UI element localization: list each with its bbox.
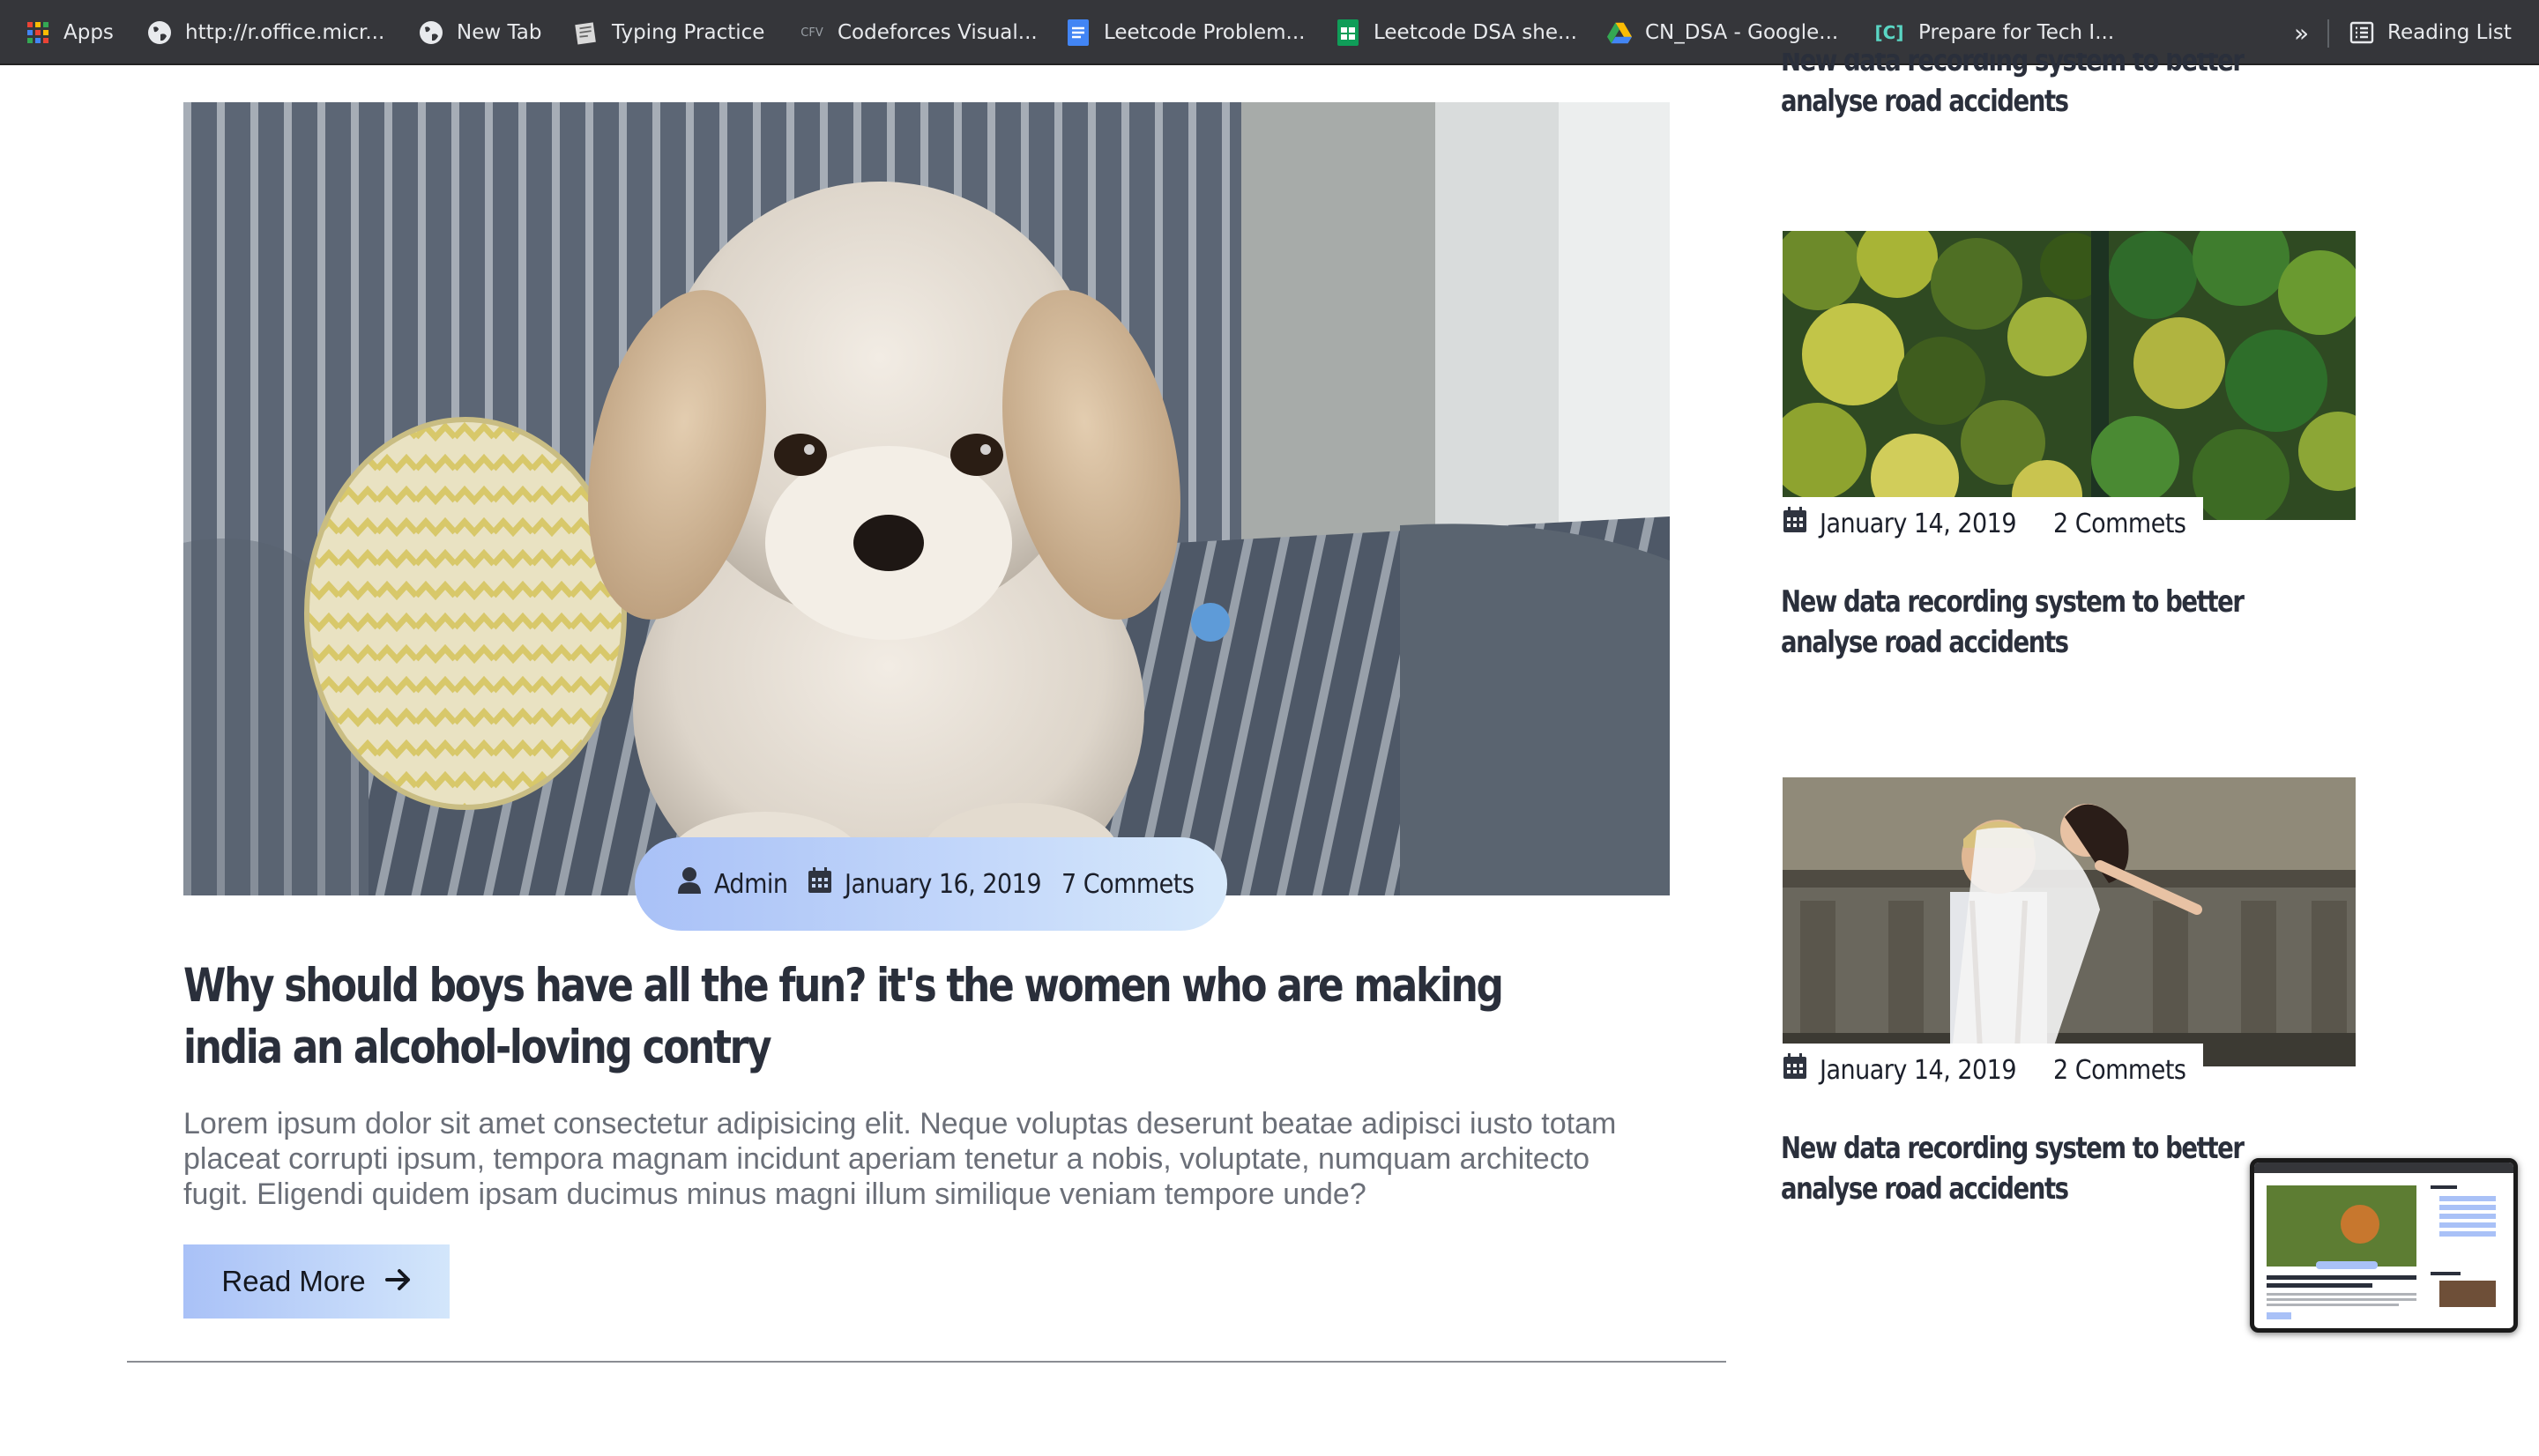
bookmark-apps[interactable]: Apps [25,0,114,65]
sidebar-post-image-couple[interactable] [1783,777,2356,1066]
bookmark-codeforces-visualizer[interactable]: CFV Codeforces Visual... [799,0,1038,65]
bookmark-label: Leetcode Problem... [1104,21,1306,44]
arrow-right-icon [384,1265,412,1298]
sidebar-post-comments[interactable]: 2 Commets [2053,1055,2186,1086]
calendar-icon [1783,507,1807,540]
bookmark-label: Prepare for Tech I... [1918,21,2115,44]
read-more-label: Read More [221,1265,366,1297]
meta-comments[interactable]: 7 Commets [1061,837,1195,931]
google-docs-icon [1065,19,1091,46]
meta-author[interactable]: Admin [677,837,788,931]
globe-icon [146,19,173,46]
sidebar-post-comments[interactable]: 2 Commets [2053,509,2186,539]
bookmark-label: Apps [63,21,114,44]
post-divider [127,1361,1726,1363]
sidebar-post-meta: January 14, 2019 2 Commets [1783,497,2204,550]
bookmark-leetcode-problems[interactable]: Leetcode Problem... [1065,0,1305,65]
reading-list-button[interactable]: Reading List [2349,0,2512,65]
reading-list-icon [2349,19,2375,46]
bookmark-label: New Tab [457,21,542,44]
sidebar-post-image-forest[interactable] [1783,231,2356,520]
bookmark-label: Typing Practice [612,21,765,44]
sidebar-post-date: January 14, 2019 [1820,508,2017,539]
bookmark-office[interactable]: http://r.office.micr... [146,0,384,65]
google-sheets-icon [1335,19,1361,46]
main-post-excerpt: Lorem ipsum dolor sit amet consectetur a… [183,1107,1617,1211]
calendar-icon [808,867,832,901]
meta-comments-label: 7 Commets [1061,868,1195,900]
typing-icon [573,19,599,46]
sidebar-post-meta: January 14, 2019 2 Commets [1783,1044,2204,1096]
main-post-title[interactable]: Why should boys have all the fun? it's t… [183,955,1562,1079]
calendar-icon [1783,1053,1807,1087]
meta-author-label: Admin [714,868,788,900]
sidebar-post-title[interactable]: New data recording system to better anal… [1781,582,2304,663]
bookmark-label: Codeforces Visual... [838,21,1038,44]
globe-icon [418,19,444,46]
main-post-image[interactable] [183,102,1670,895]
user-icon [677,866,702,902]
sidebar-post-title[interactable]: New data recording system to better anal… [1781,1128,2304,1209]
google-drive-icon [1606,19,1633,46]
bookmark-leetcode-dsa-sheet[interactable]: Leetcode DSA she... [1335,0,1577,65]
bookmark-label: http://r.office.micr... [185,21,385,44]
picture-in-picture-window[interactable] [2250,1158,2518,1333]
bookmark-typing-practice[interactable]: Typing Practice [573,0,764,65]
code-bracket-icon: [C] [1874,22,1904,43]
apps-grid-icon [25,19,51,46]
sidebar-post-date: January 14, 2019 [1820,1054,2017,1086]
bookmark-label: CN_DSA - Google... [1645,21,1839,44]
main-post-meta: Admin January 16, 2019 7 Commets [635,837,1227,931]
meta-date-label: January 16, 2019 [845,868,1042,900]
cfv-icon: CFV [800,26,823,40]
bookmark-label: Leetcode DSA she... [1374,21,1577,44]
read-more-button[interactable]: Read More [183,1244,450,1319]
bookmark-new-tab[interactable]: New Tab [418,0,541,65]
bookmarks-divider [2327,19,2329,48]
meta-date: January 16, 2019 [808,837,1042,931]
reading-list-label: Reading List [2387,21,2512,44]
